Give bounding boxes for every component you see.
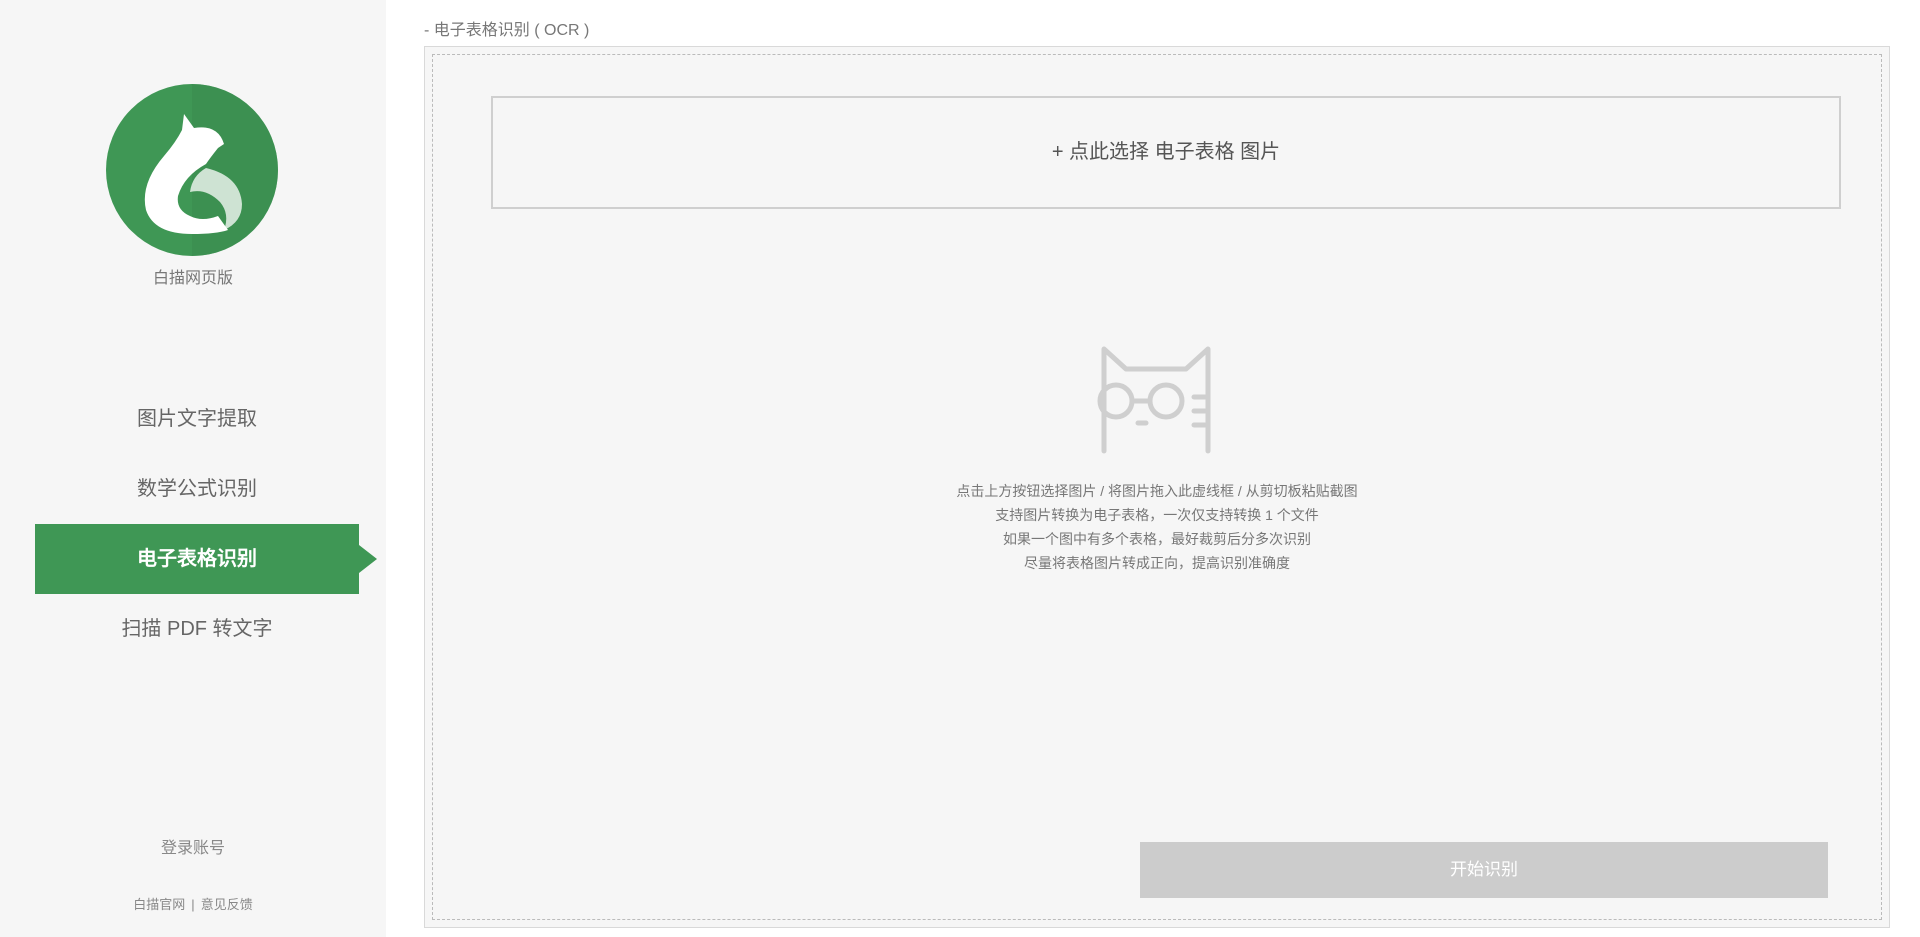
hint-line: 尽量将表格图片转成正向，提高识别准确度 — [1024, 555, 1290, 571]
sidebar-item-math-formula[interactable]: 数学公式识别 — [35, 454, 359, 524]
sidebar-item-image-text[interactable]: 图片文字提取 — [35, 384, 359, 454]
footer-links: 白描官网 | 意见反馈 — [0, 894, 386, 913]
hint-line: 支持图片转换为电子表格，一次仅支持转换 1 个文件 — [995, 507, 1319, 523]
upload-hints: 点击上方按钮选择图片 / 将图片拖入此虚线框 / 从剪切板粘贴截图 支持图片转换… — [433, 479, 1881, 575]
sidebar-item-scan-pdf[interactable]: 扫描 PDF 转文字 — [35, 594, 359, 664]
hint-line: 点击上方按钮选择图片 / 将图片拖入此虚线框 / 从剪切板粘贴截图 — [956, 483, 1358, 499]
select-image-button[interactable]: + 点此选择 电子表格 图片 — [491, 96, 1841, 209]
login-link[interactable]: 登录账号 — [0, 834, 386, 858]
drop-zone[interactable]: + 点此选择 电子表格 图片 点击上方按钮选择图片 / 将图片拖入此虚线框 / … — [424, 46, 1890, 928]
sidebar: 白描网页版 图片文字提取 数学公式识别 电子表格识别 扫描 PDF 转文字 登录… — [0, 0, 386, 937]
cat-logo-icon — [106, 84, 278, 256]
footer-separator: | — [191, 897, 195, 912]
breadcrumb: - 电子表格识别 ( OCR ) — [424, 22, 590, 39]
feedback-link[interactable]: 意见反馈 — [201, 897, 253, 912]
start-recognition-button[interactable]: 开始识别 — [1140, 842, 1828, 898]
cat-with-glasses-icon — [1090, 339, 1222, 464]
sidebar-item-spreadsheet[interactable]: 电子表格识别 — [35, 524, 377, 594]
drop-zone-dashed-border: + 点此选择 电子表格 图片 点击上方按钮选择图片 / 将图片拖入此虚线框 / … — [432, 54, 1882, 920]
official-site-link[interactable]: 白描官网 — [133, 897, 185, 912]
app-name: 白描网页版 — [152, 270, 233, 287]
hint-line: 如果一个图中有多个表格，最好裁剪后分多次识别 — [1003, 531, 1311, 547]
sidebar-nav: 图片文字提取 数学公式识别 电子表格识别 扫描 PDF 转文字 — [0, 384, 386, 664]
